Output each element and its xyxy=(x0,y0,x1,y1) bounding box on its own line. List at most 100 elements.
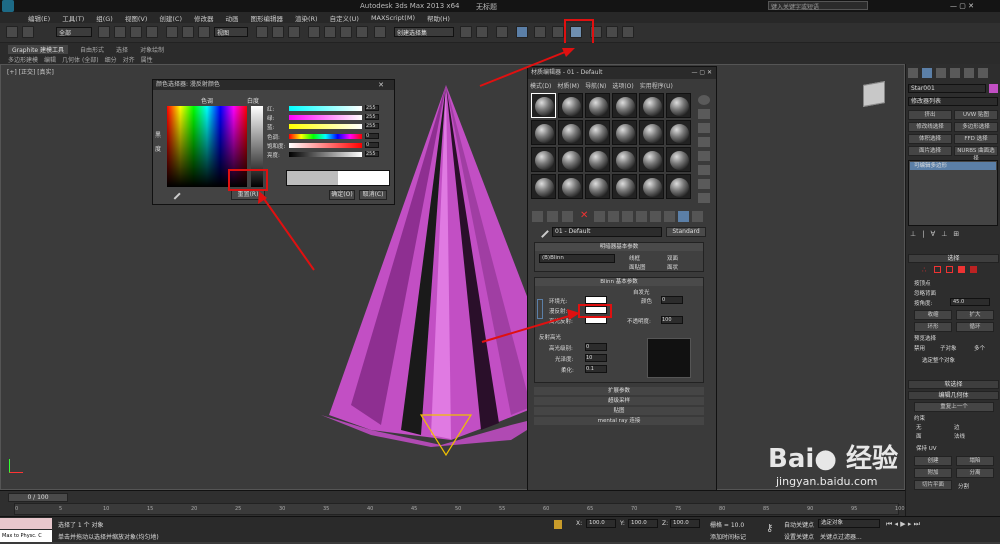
keyboard-shortcut-icon[interactable] xyxy=(288,26,300,38)
repeat-last-button[interactable]: 重复上一个 xyxy=(914,402,994,412)
constraint-none-radio[interactable]: 无 xyxy=(916,423,922,431)
pick-material-icon[interactable] xyxy=(536,225,549,238)
value-value[interactable]: 255 xyxy=(365,151,379,157)
menu-customize[interactable]: 自定义(U) xyxy=(324,13,365,23)
spec-level-value[interactable]: 0 xyxy=(585,343,607,351)
put-to-scene-icon[interactable] xyxy=(547,211,558,222)
blue-slider[interactable] xyxy=(289,124,362,129)
ribbon-tab-freeform[interactable]: 自由形式 xyxy=(80,45,104,54)
material-sample-slot[interactable] xyxy=(585,93,610,118)
timeline-ruler[interactable]: 0 5 10 15 20 25 30 35 40 45 50 55 60 65 70 75 80 85 90 95 10… xyxy=(14,503,905,515)
snap-icon[interactable] xyxy=(308,26,320,38)
select-icon[interactable] xyxy=(98,26,110,38)
menu-options[interactable]: 选项(O) xyxy=(612,81,633,90)
hierarchy-tab-icon[interactable] xyxy=(936,68,946,78)
selected-dropdown[interactable]: 选定对象 xyxy=(818,519,880,528)
menu-navigation[interactable]: 导航(N) xyxy=(585,81,606,90)
nurbs-select-button[interactable]: NURBS 曲面选择 xyxy=(954,146,998,162)
mirror-icon[interactable] xyxy=(460,26,472,38)
get-material-icon[interactable] xyxy=(532,211,543,222)
make-copy-icon[interactable] xyxy=(594,211,605,222)
material-sample-slot[interactable] xyxy=(612,147,637,172)
cancel-button[interactable]: 取消(C) xyxy=(359,190,387,200)
eyedropper-icon[interactable] xyxy=(169,188,181,200)
material-sample-slot[interactable] xyxy=(585,120,610,145)
menu-tools[interactable]: 工具(T) xyxy=(56,13,90,23)
render-frame-icon[interactable] xyxy=(606,26,618,38)
saturation-value[interactable]: 0 xyxy=(365,142,379,148)
constraint-normal-radio[interactable]: 法线 xyxy=(954,432,965,440)
window-controls[interactable]: — ▢ ✕ xyxy=(950,2,974,10)
material-sample-slot[interactable] xyxy=(666,174,691,199)
menu-rendering[interactable]: 渲染(R) xyxy=(289,13,324,23)
two-sided-checkbox[interactable]: 双面 xyxy=(667,254,678,262)
menu-edit[interactable]: 编辑(E) xyxy=(22,13,56,23)
menu-group[interactable]: 组(G) xyxy=(90,13,119,23)
viewport-label[interactable]: [+] [正交] [真实] xyxy=(7,67,54,76)
utilities-tab-icon[interactable] xyxy=(978,68,988,78)
edit-geometry-rollout-head[interactable]: 编辑几何体 xyxy=(908,391,999,400)
element-icon[interactable] xyxy=(970,266,977,273)
preview-disabled-radio[interactable]: 禁用 xyxy=(914,344,925,352)
loop-button[interactable]: 循环 xyxy=(956,322,994,332)
rollout-extended[interactable]: 扩展参数 xyxy=(534,387,704,395)
schematic-view-icon[interactable] xyxy=(552,26,564,38)
saturation-slider[interactable] xyxy=(289,143,362,148)
background-icon[interactable] xyxy=(698,123,710,133)
border-icon[interactable] xyxy=(946,266,953,273)
material-sample-slot[interactable] xyxy=(666,93,691,118)
mesh-select-button[interactable]: 修改线选择 xyxy=(908,122,952,132)
modifier-list-dropdown[interactable]: 修改器列表 xyxy=(908,97,998,106)
ffd-select-button[interactable]: FFD 选择 xyxy=(954,134,998,144)
material-sample-slot[interactable] xyxy=(612,120,637,145)
redo-icon[interactable] xyxy=(22,26,34,38)
value-slider[interactable] xyxy=(289,152,362,157)
reset-button[interactable]: 重置(R) xyxy=(231,190,265,200)
ribbon-geometry-all[interactable]: 几何体 (全部) xyxy=(62,55,99,64)
sample-type-icon[interactable] xyxy=(698,95,710,105)
motion-tab-icon[interactable] xyxy=(950,68,960,78)
assign-material-icon[interactable] xyxy=(562,211,573,222)
ref-coord-dropdown[interactable]: 视图 xyxy=(214,27,248,37)
ribbon-edit[interactable]: 编辑 xyxy=(44,55,56,64)
uv-tiling-icon[interactable] xyxy=(698,137,710,147)
preview-subobject-radio[interactable]: 子对象 xyxy=(940,344,957,352)
window-controls[interactable]: — ▢ ✕ xyxy=(691,69,712,76)
stack-item-editable-poly[interactable]: 可编辑多边形 xyxy=(910,162,996,170)
hue-slider[interactable] xyxy=(289,134,362,139)
ribbon-subdivision[interactable]: 细分 xyxy=(105,55,117,64)
ribbon-tab-object-paint[interactable]: 对象绘制 xyxy=(140,45,164,54)
close-icon[interactable]: ✕ xyxy=(378,81,384,89)
green-value[interactable]: 255 xyxy=(365,114,379,120)
menu-animation[interactable]: 动画 xyxy=(220,13,245,23)
material-sample-slot[interactable] xyxy=(639,120,664,145)
app-logo[interactable] xyxy=(2,0,14,12)
preview-multi-radio[interactable]: 多个 xyxy=(974,344,985,352)
ribbon-properties[interactable]: 属性 xyxy=(141,55,153,64)
soften-value[interactable]: 0.1 xyxy=(585,365,607,373)
opacity-value[interactable]: 100 xyxy=(661,316,683,324)
vol-select-button[interactable]: 体积选择 xyxy=(908,134,952,144)
maxscript-listener[interactable]: Max to Physc. C xyxy=(0,530,52,542)
object-name-field[interactable]: Star001 xyxy=(908,84,986,93)
grow-button[interactable]: 扩大 xyxy=(956,310,994,320)
percent-snap-icon[interactable] xyxy=(340,26,352,38)
object-color-swatch[interactable] xyxy=(989,84,998,93)
ribbon-tab-graphite[interactable]: Graphite 建模工具 xyxy=(8,44,69,54)
rollout-mental-ray[interactable]: mental ray 连接 xyxy=(534,417,704,425)
angle-snap-icon[interactable] xyxy=(324,26,336,38)
rotate-icon[interactable] xyxy=(182,26,194,38)
uvw-map-button[interactable]: UVW 贴图 xyxy=(954,110,998,120)
material-name-field[interactable]: 01 - Default xyxy=(552,227,662,237)
self-illum-value[interactable]: 0 xyxy=(661,296,683,304)
ribbon-poly-modeling[interactable]: 多边形建模 xyxy=(8,55,38,64)
ribbon-align[interactable]: 对齐 xyxy=(123,55,135,64)
material-sample-slot[interactable] xyxy=(585,174,610,199)
shrink-button[interactable]: 收缩 xyxy=(914,310,952,320)
self-illum-color-checkbox[interactable]: 颜色 xyxy=(641,297,652,305)
menu-views[interactable]: 视图(V) xyxy=(119,13,154,23)
edit-named-sel-icon[interactable] xyxy=(374,26,386,38)
selection-rollout-head[interactable]: 选择 xyxy=(908,254,999,263)
preview-icon[interactable] xyxy=(698,165,710,175)
select-by-material-icon[interactable] xyxy=(698,193,710,203)
